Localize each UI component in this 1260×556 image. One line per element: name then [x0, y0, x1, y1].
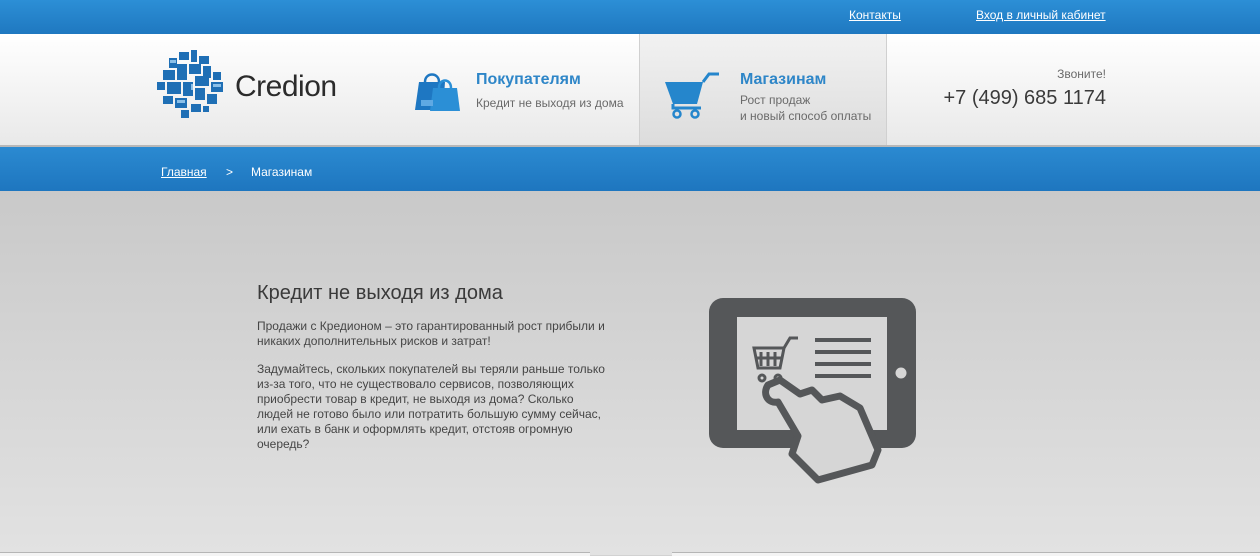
login-link[interactable]: Вход в личный кабинет: [976, 8, 1106, 22]
page-headline: Кредит не выходя из дома: [257, 282, 503, 304]
contacts-link[interactable]: Контакты: [849, 8, 901, 22]
nav-buyers[interactable]: Покупателям Кредит не выходя из дома: [400, 34, 638, 145]
nav-shops-title: Магазинам: [740, 71, 827, 88]
shopping-bags-icon: [415, 73, 460, 111]
phone-number: +7 (499) 685 1174: [943, 87, 1106, 109]
main-content: Кредит не выходя из дома Продажи с Креди…: [0, 191, 1260, 555]
credion-logo-icon[interactable]: [155, 48, 225, 120]
nav-buyers-subtitle: Кредит не выходя из дома: [476, 96, 624, 110]
details-paragraph: Задумайтесь, скольких покупателей вы тер…: [257, 362, 605, 451]
top-bar: Контакты Вход в личный кабинет: [0, 0, 1260, 34]
breadcrumb: Главная > Магазинам: [0, 147, 1260, 191]
breadcrumb-separator: >: [226, 165, 234, 179]
nav-buyers-title: Покупателям: [476, 71, 581, 88]
nav-shops-subtitle-line1: Рост продаж: [740, 93, 811, 107]
breadcrumb-home-link[interactable]: Главная: [161, 165, 207, 179]
breadcrumb-current: Магазинам: [251, 165, 313, 179]
intro-paragraph: Продажи с Кредионом – это гарантированны…: [257, 319, 605, 348]
nav-shops-subtitle-line2: и новый способ оплаты: [740, 109, 872, 123]
logo-text[interactable]: Credion: [235, 70, 337, 104]
call-label: Звоните!: [1057, 67, 1106, 81]
nav-shops[interactable]: Магазинам Рост продаж и новый способ опл…: [639, 34, 887, 145]
tablet-cart-hand-icon: [709, 298, 916, 484]
shopping-cart-icon: [665, 72, 719, 119]
bottom-divider-right: [672, 552, 1260, 556]
header: Credion Покупателям Кредит не выходя из …: [0, 34, 1260, 147]
bottom-divider-left: [0, 552, 590, 556]
